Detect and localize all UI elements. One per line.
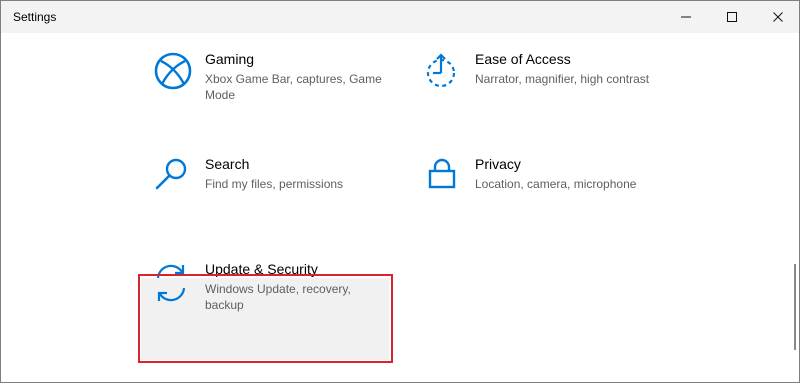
lock-icon xyxy=(423,156,467,200)
tile-ease-of-access[interactable]: Ease of Access Narrator, magnifier, high… xyxy=(423,51,673,141)
tile-description: Location, camera, microphone xyxy=(475,177,637,191)
maximize-button[interactable] xyxy=(709,1,755,33)
ease-of-access-icon xyxy=(423,51,467,95)
minimize-button[interactable] xyxy=(663,1,709,33)
settings-window: Settings Gaming Xbox Game Bar, captures,… xyxy=(0,0,800,383)
tile-search[interactable]: Search Find my files, permissions xyxy=(153,156,403,246)
xbox-icon xyxy=(153,51,197,95)
tile-label: Gaming xyxy=(205,51,255,67)
tile-description: Find my files, permissions xyxy=(205,177,344,191)
highlight-border xyxy=(138,274,393,363)
tile-gaming[interactable]: Gaming Xbox Game Bar, captures, Game Mod… xyxy=(153,51,403,141)
search-icon xyxy=(153,156,197,200)
tile-label: Privacy xyxy=(475,156,521,172)
title-bar: Settings xyxy=(1,1,799,33)
vertical-scrollbar[interactable] xyxy=(794,264,796,350)
minimize-icon xyxy=(681,16,691,18)
tile-description: Xbox Game Bar, captures, Game Mode xyxy=(205,72,382,102)
tile-description: Narrator, magnifier, high contrast xyxy=(475,72,650,86)
close-button[interactable] xyxy=(755,1,799,33)
tile-privacy[interactable]: Privacy Location, camera, microphone xyxy=(423,156,673,246)
tile-label: Ease of Access xyxy=(475,51,571,67)
window-title: Settings xyxy=(13,10,57,24)
maximize-icon xyxy=(727,12,737,22)
close-icon xyxy=(773,12,783,22)
tile-label: Search xyxy=(205,156,250,172)
